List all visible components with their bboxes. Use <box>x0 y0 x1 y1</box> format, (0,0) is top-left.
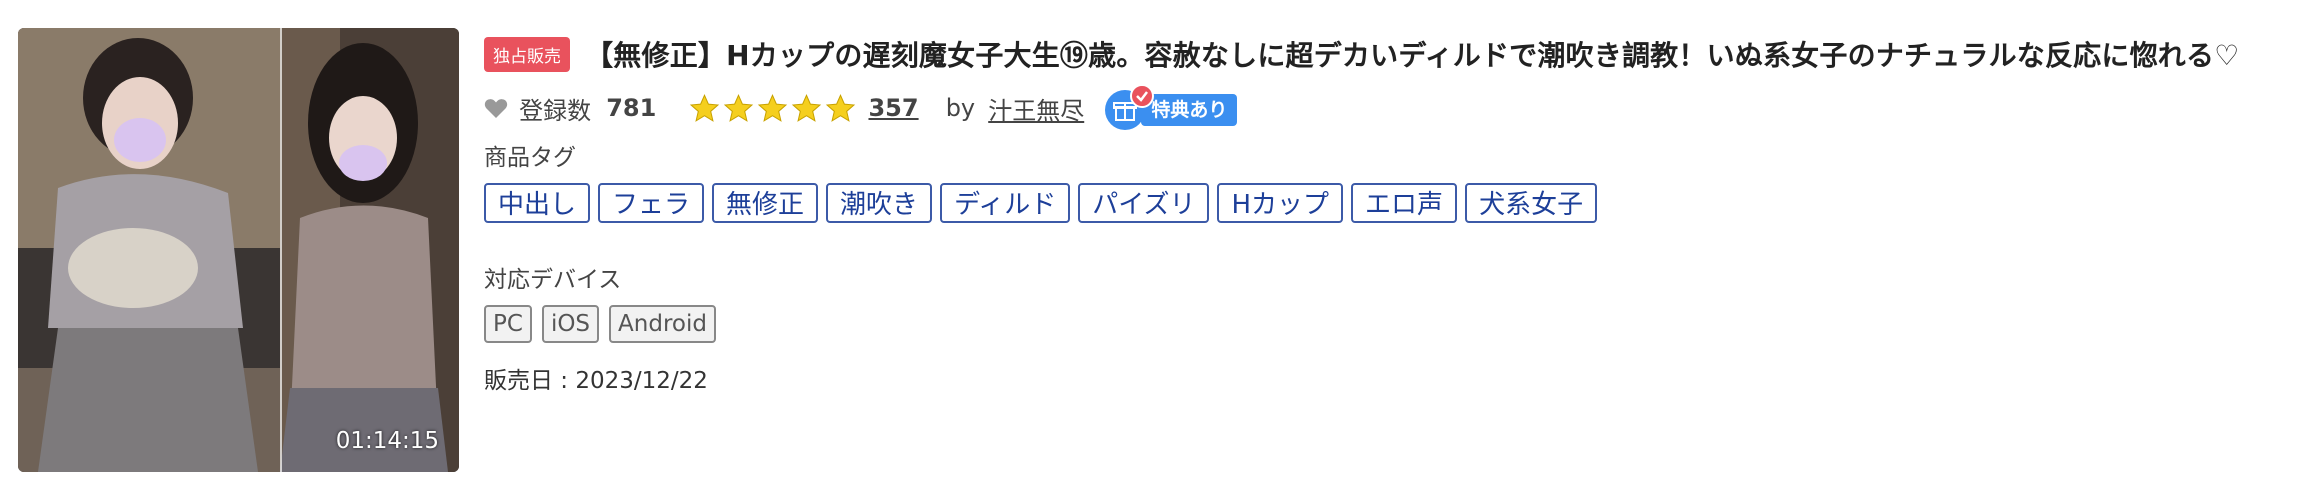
device-badge: Android <box>609 305 716 343</box>
rating-stars <box>689 93 859 124</box>
heart-icon[interactable] <box>484 97 508 119</box>
duration-label: 01:14:15 <box>335 428 439 454</box>
release-date: 販売日 : 2023/12/22 <box>484 368 708 394</box>
perk-badge[interactable]: 特典あり <box>1105 84 1249 130</box>
title-row: 独占販売 【無修正】Hカップの遅刻魔女子大生⑲歳。容赦なしに超デカいディルドで潮… <box>484 34 2239 76</box>
star-icon <box>690 93 720 122</box>
exclusive-badge: 独占販売 <box>484 36 570 72</box>
check-icon <box>1130 84 1155 108</box>
device-badge: PC <box>484 305 532 343</box>
tag-link[interactable]: ディルド <box>940 183 1071 223</box>
star-icon <box>724 93 754 122</box>
tag-link[interactable]: Hカップ <box>1217 183 1344 223</box>
device-badge: iOS <box>541 305 600 343</box>
by-label: by <box>945 94 976 122</box>
devices-label: 対応デバイス <box>484 267 622 293</box>
tag-link[interactable]: 中出し <box>484 183 591 223</box>
tag-link[interactable]: 潮吹き <box>826 183 933 223</box>
product-card[interactable]: 01:14:15 独占販売 【無修正】Hカップの遅刻魔女子大生⑲歳。容赦なしに超… <box>18 28 2288 473</box>
star-icon <box>826 93 856 122</box>
seller-link[interactable]: 汁王無尽 <box>988 91 1084 126</box>
product-thumbnail[interactable]: 01:14:15 <box>18 28 459 472</box>
meta-row: 登録数 781 357 by 汁王無尽 特典あり <box>484 84 1249 132</box>
tag-link[interactable]: フェラ <box>598 183 705 223</box>
tag-link[interactable]: 無修正 <box>712 183 819 223</box>
device-list: PC iOS Android <box>484 305 726 343</box>
favorites-label: 登録数 <box>519 96 592 125</box>
product-title-link[interactable]: 【無修正】Hカップの遅刻魔女子大生⑲歳。容赦なしに超デカいディルドで潮吹き調教！… <box>585 34 2239 74</box>
tags-label: 商品タグ <box>484 145 576 171</box>
review-count-link[interactable]: 357 <box>868 94 918 122</box>
star-icon <box>792 93 822 122</box>
star-icon <box>758 93 788 122</box>
favorites-count: 781 <box>606 94 657 122</box>
tag-link[interactable]: パイズリ <box>1078 183 1210 223</box>
tag-list: 中出し フェラ 無修正 潮吹き ディルド パイズリ Hカップ エロ声 犬系女子 <box>484 183 1605 223</box>
tag-link[interactable]: エロ声 <box>1351 183 1458 223</box>
perk-label: 特典あり <box>1141 94 1238 126</box>
tag-link[interactable]: 犬系女子 <box>1465 183 1598 223</box>
thumbnail-image <box>18 28 459 472</box>
